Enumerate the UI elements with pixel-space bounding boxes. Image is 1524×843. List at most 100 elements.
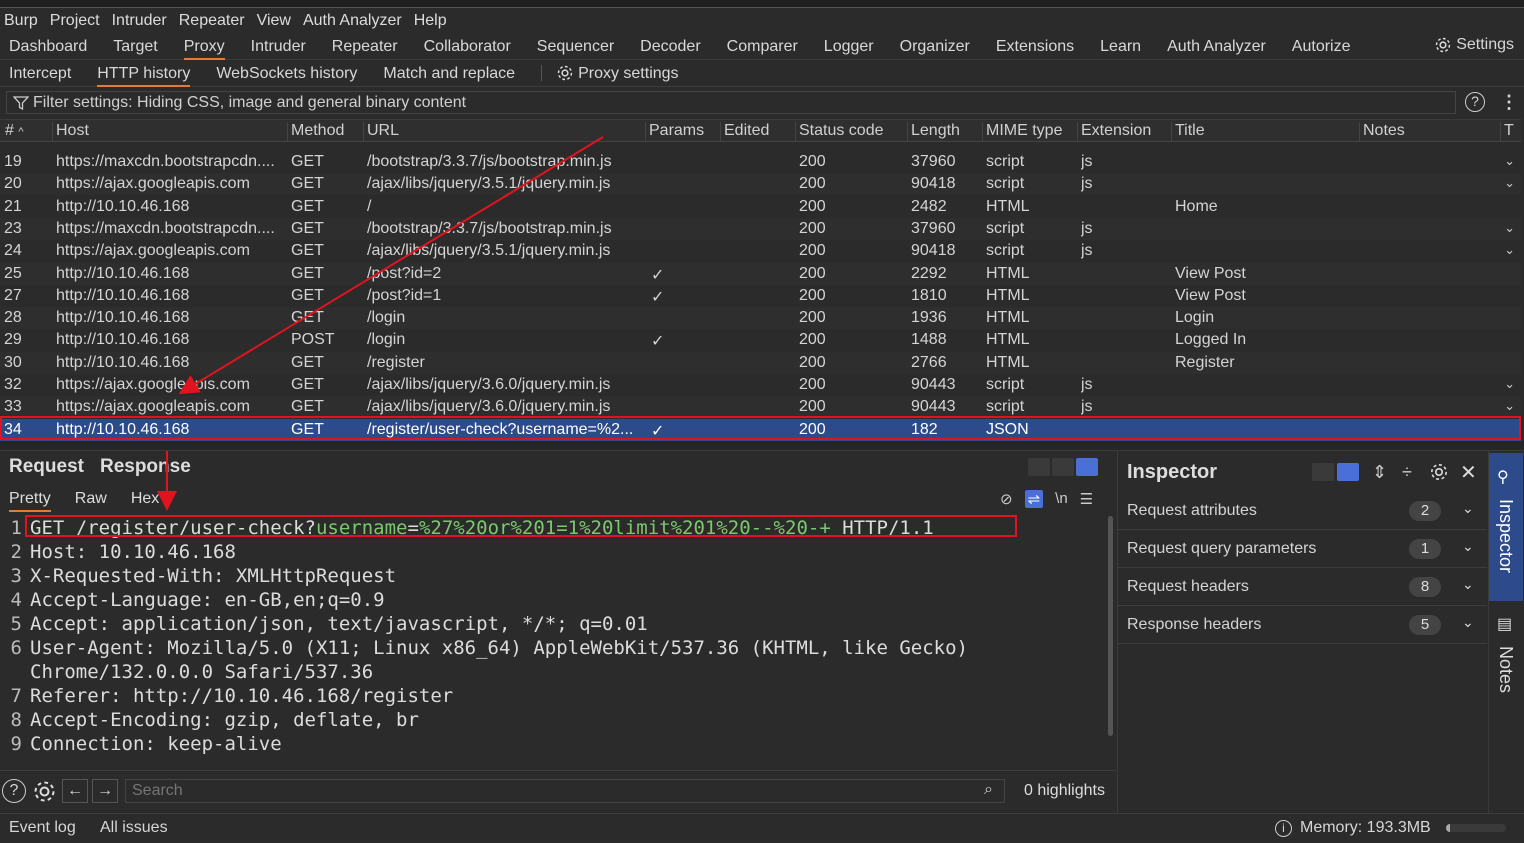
tab-raw[interactable]: Raw bbox=[75, 490, 107, 512]
chevron-down-icon[interactable]: ⌄ bbox=[1462, 538, 1474, 555]
editor-scrollbar[interactable] bbox=[1108, 516, 1113, 736]
more-options-icon[interactable]: ⋮ bbox=[1500, 92, 1518, 113]
table-row[interactable]: 20 https://ajax.googleapis.com GET/ajax/li… bbox=[0, 173, 1521, 196]
sidebar-notes-tab[interactable]: ▤ Notes bbox=[1489, 608, 1523, 718]
chevron-down-icon[interactable]: ⌄ bbox=[1504, 153, 1515, 169]
tab-proxy[interactable]: Proxy bbox=[183, 34, 225, 60]
tab-hex[interactable]: Hex bbox=[131, 490, 159, 512]
col-length[interactable]: Length bbox=[907, 122, 960, 142]
tab-intruder[interactable]: Intruder bbox=[251, 34, 306, 60]
sidebar-inspector-tab[interactable]: ⚲ Inspector bbox=[1489, 453, 1523, 601]
menu-intruder[interactable]: Intruder bbox=[112, 12, 167, 30]
tab-collaborator[interactable]: Collaborator bbox=[424, 34, 511, 60]
chevron-down-icon[interactable]: ⌄ bbox=[1504, 220, 1515, 236]
col-t[interactable]: T bbox=[1500, 122, 1514, 142]
arrow-right-icon[interactable]: → bbox=[92, 779, 118, 803]
table-row[interactable]: 28 http://10.10.46.168 GET/login 200 1936 HTM… bbox=[0, 307, 1521, 330]
table-row[interactable]: 21 http://10.10.46.168 GET / 200 2482 HTML Home bbox=[0, 196, 1521, 218]
inspector-section[interactable]: Response headers 5 ⌄ bbox=[1117, 606, 1487, 644]
chevron-down-icon[interactable]: ⌄ bbox=[1462, 614, 1474, 631]
newline-icon[interactable]: \n bbox=[1055, 490, 1068, 508]
tab-sequencer[interactable]: Sequencer bbox=[537, 34, 614, 60]
tab-decoder[interactable]: Decoder bbox=[640, 34, 700, 60]
tab-learn[interactable]: Learn bbox=[1100, 34, 1141, 60]
chevron-down-icon[interactable]: ⌄ bbox=[1504, 398, 1515, 414]
menu-repeater[interactable]: Repeater bbox=[179, 12, 245, 30]
col-edited[interactable]: Edited bbox=[720, 122, 769, 142]
table-row[interactable]: 27 http://10.10.46.168 GET/post?id=1 ✓ 200 18… bbox=[0, 285, 1521, 307]
tab-request[interactable]: Request bbox=[9, 456, 84, 478]
col-host[interactable]: Host bbox=[52, 122, 89, 142]
col-notes[interactable]: Notes bbox=[1359, 122, 1405, 142]
tab-comparer[interactable]: Comparer bbox=[727, 34, 798, 60]
chevron-down-icon[interactable]: ⌄ bbox=[1504, 242, 1515, 258]
gear-icon[interactable] bbox=[32, 779, 57, 804]
search-icon[interactable]: ⌕ bbox=[984, 781, 993, 799]
wrap-icon[interactable]: ⇌ bbox=[1024, 490, 1044, 508]
settings-button[interactable]: Settings bbox=[1434, 36, 1514, 54]
arrow-left-icon[interactable]: ← bbox=[62, 779, 88, 803]
menu-view[interactable]: View bbox=[257, 12, 291, 30]
table-row[interactable]: 32 https://ajax.googleapis.com GET/ajax/li… bbox=[0, 374, 1521, 396]
menu-icon[interactable]: ☰ bbox=[1080, 490, 1093, 508]
collapse-all-icon[interactable]: ÷ bbox=[1402, 462, 1412, 483]
inspector-layout-b-icon[interactable] bbox=[1337, 463, 1359, 481]
chevron-down-icon[interactable]: ⌄ bbox=[1462, 576, 1474, 593]
col-mime-type[interactable]: MIME type bbox=[982, 122, 1062, 142]
pane-splitter[interactable] bbox=[0, 441, 1524, 451]
tab-dashboard[interactable]: Dashboard bbox=[9, 34, 87, 60]
tab-organizer[interactable]: Organizer bbox=[900, 34, 970, 60]
inspector-layout-a-icon[interactable] bbox=[1312, 463, 1334, 481]
tab-repeater[interactable]: Repeater bbox=[332, 34, 398, 60]
col-extension[interactable]: Extension bbox=[1077, 122, 1151, 142]
help-icon[interactable]: ? bbox=[2, 779, 26, 803]
all-issues-link[interactable]: All issues bbox=[100, 819, 168, 837]
menu-project[interactable]: Project bbox=[50, 12, 100, 30]
help-icon[interactable]: ? bbox=[1465, 92, 1485, 112]
col-url[interactable]: URL bbox=[363, 122, 399, 142]
layout-split-vertical-icon[interactable] bbox=[1028, 458, 1050, 476]
tab-response[interactable]: Response bbox=[100, 456, 191, 478]
tab-auth-analyzer[interactable]: Auth Analyzer bbox=[1167, 34, 1266, 60]
close-icon[interactable]: ✕ bbox=[1460, 460, 1477, 485]
event-log-link[interactable]: Event log bbox=[9, 819, 76, 837]
filter-bar[interactable]: Filter settings: Hiding CSS, image and g… bbox=[6, 91, 1456, 114]
tab-logger[interactable]: Logger bbox=[824, 34, 874, 60]
inspector-section[interactable]: Request query parameters 1 ⌄ bbox=[1117, 530, 1487, 568]
layout-split-horizontal-icon[interactable] bbox=[1052, 458, 1074, 476]
tab-websockets-history[interactable]: WebSockets history bbox=[216, 60, 357, 87]
col-title[interactable]: Title bbox=[1171, 122, 1205, 142]
chevron-down-icon[interactable]: ⌄ bbox=[1504, 175, 1515, 191]
tab-intercept[interactable]: Intercept bbox=[9, 60, 71, 87]
table-row[interactable]: 29 http://10.10.46.168 POST/login ✓ 200 1488 H… bbox=[0, 329, 1521, 351]
tab-proxy-settings[interactable]: Proxy settings bbox=[556, 60, 679, 87]
col-method[interactable]: Method bbox=[287, 122, 344, 142]
menu-burp[interactable]: Burp bbox=[4, 12, 38, 30]
table-row[interactable]: 24 https://ajax.googleapis.com GET/ajax/li… bbox=[0, 240, 1521, 262]
col-params[interactable]: Params bbox=[645, 122, 704, 142]
expand-all-icon[interactable]: ⇕ bbox=[1372, 462, 1387, 483]
tab-target[interactable]: Target bbox=[113, 34, 157, 60]
layout-tabs-icon[interactable] bbox=[1076, 458, 1098, 476]
inspector-section[interactable]: Request attributes 2 ⌄ bbox=[1117, 492, 1487, 530]
menu-auth-analyzer[interactable]: Auth Analyzer bbox=[303, 12, 402, 30]
tab-http-history[interactable]: HTTP history bbox=[97, 60, 191, 87]
table-row[interactable]: 33 https://ajax.googleapis.com GET/ajax/li… bbox=[0, 396, 1521, 419]
tab-pretty[interactable]: Pretty bbox=[9, 490, 51, 512]
col-status-code[interactable]: Status code bbox=[795, 122, 884, 142]
col-number[interactable]: # ^ bbox=[2, 122, 24, 142]
table-row[interactable]: 19 https://maxcdn.bootstrapcdn.... GET/boo… bbox=[0, 151, 1521, 173]
table-row[interactable]: 23 https://maxcdn.bootstrapcdn.... GET/boo… bbox=[0, 217, 1521, 240]
table-row[interactable]: 25 http://10.10.46.168 GET/post?id=2 ✓ 200 22… bbox=[0, 262, 1521, 285]
tab-extensions[interactable]: Extensions bbox=[996, 34, 1074, 60]
chevron-down-icon[interactable]: ⌄ bbox=[1504, 376, 1515, 392]
search-input[interactable] bbox=[125, 779, 1005, 803]
tab-match-and-replace[interactable]: Match and replace bbox=[383, 60, 515, 87]
table-row[interactable]: 30 http://10.10.46.168 GET/register 200 2766… bbox=[0, 351, 1521, 374]
request-editor[interactable]: 1 GET /register/user-check?username=%27%2… bbox=[0, 516, 1108, 768]
hide-icon[interactable]: ⊘ bbox=[1000, 490, 1013, 508]
menu-help[interactable]: Help bbox=[414, 12, 447, 30]
gear-icon[interactable] bbox=[1429, 462, 1449, 482]
inspector-section[interactable]: Request headers 8 ⌄ bbox=[1117, 568, 1487, 606]
chevron-down-icon[interactable]: ⌄ bbox=[1462, 500, 1474, 517]
